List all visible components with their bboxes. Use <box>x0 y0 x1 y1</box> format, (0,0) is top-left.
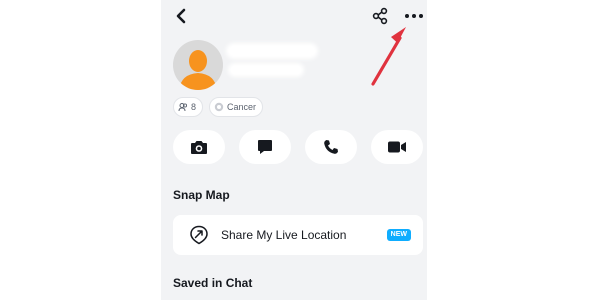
video-call-button[interactable] <box>371 130 423 164</box>
friends-chip[interactable]: 8 <box>173 97 204 117</box>
share-button[interactable] <box>368 4 392 28</box>
camera-icon <box>191 140 207 154</box>
chevron-left-icon <box>176 8 186 24</box>
friends-count: 8 <box>191 102 197 112</box>
zodiac-icon <box>214 102 224 112</box>
new-badge: NEW <box>386 229 411 241</box>
profile-screen: 8 Cancer Snap Map Share My Live Location… <box>161 0 427 300</box>
chat-button[interactable] <box>239 130 291 164</box>
back-button[interactable] <box>169 4 193 28</box>
more-options-button[interactable] <box>401 4 427 28</box>
share-live-location-card[interactable]: Share My Live Location NEW <box>173 215 423 255</box>
location-pin-icon <box>189 225 209 245</box>
share-icon <box>372 7 388 25</box>
profile-chips: 8 Cancer <box>173 97 264 117</box>
share-live-location-label: Share My Live Location <box>221 228 347 242</box>
call-button[interactable] <box>305 130 357 164</box>
bitmoji-placeholder-icon <box>179 50 217 90</box>
quick-actions <box>173 130 423 164</box>
camera-button[interactable] <box>173 130 225 164</box>
username-redacted <box>231 66 301 74</box>
zodiac-chip[interactable]: Cancer <box>209 97 264 117</box>
video-icon <box>388 141 406 153</box>
more-horizontal-icon <box>405 14 423 18</box>
saved-in-chat-heading: Saved in Chat <box>173 276 253 290</box>
friends-icon <box>178 103 188 112</box>
phone-icon <box>324 140 338 154</box>
zodiac-label: Cancer <box>227 102 257 112</box>
avatar[interactable] <box>173 40 223 90</box>
screenshot-stage: 8 Cancer Snap Map Share My Live Location… <box>0 0 600 300</box>
chat-icon <box>258 140 272 154</box>
snap-map-heading: Snap Map <box>173 188 230 202</box>
display-name-redacted <box>229 46 315 56</box>
